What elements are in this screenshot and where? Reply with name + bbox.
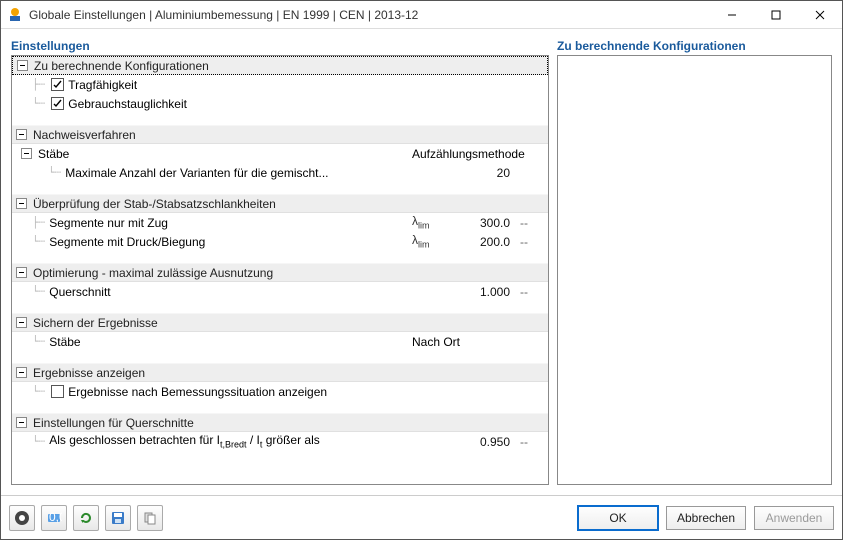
- right-panel: Zu berechnende Konfigurationen: [557, 39, 832, 485]
- row-seg-druck[interactable]: └┄ Segmente mit Druck/Biegung λlim 200.0…: [12, 232, 548, 251]
- maximize-button[interactable]: [754, 1, 798, 29]
- tool-copy-button[interactable]: [137, 505, 163, 531]
- group-label: Nachweisverfahren: [33, 128, 136, 142]
- group-optimierung[interactable]: Optimierung - maximal zulässige Ausnutzu…: [12, 263, 548, 282]
- group-querschnitte[interactable]: Einstellungen für Querschnitte: [12, 413, 548, 432]
- symbol: λlim: [412, 233, 464, 249]
- minus-icon[interactable]: [16, 317, 27, 328]
- item-label: Ergebnisse nach Bemessungssituation anze…: [68, 385, 327, 399]
- group-label: Optimierung - maximal zulässige Ausnutzu…: [33, 266, 273, 280]
- unit: --: [518, 235, 548, 249]
- app-icon: [7, 7, 23, 23]
- tool-reload-button[interactable]: [73, 505, 99, 531]
- row-querschnitt[interactable]: └┄ Querschnitt 1.000 --: [12, 282, 548, 301]
- minus-icon[interactable]: [21, 148, 32, 159]
- main-area: Einstellungen Zu berechnende Konfigurati…: [1, 29, 842, 495]
- row-tragfaehigkeit[interactable]: ├┄ Tragfähigkeit: [12, 75, 548, 94]
- ok-button[interactable]: OK: [578, 506, 658, 530]
- window-title: Globale Einstellungen | Aluminiumbemessu…: [29, 8, 710, 22]
- minus-icon[interactable]: [16, 417, 27, 428]
- group-configurations[interactable]: Zu berechnende Konfigurationen: [12, 56, 548, 75]
- group-sichern[interactable]: Sichern der Ergebnisse: [12, 313, 548, 332]
- item-label: Segmente nur mit Zug: [49, 216, 168, 230]
- item-label: Gebrauchstauglichkeit: [68, 97, 187, 111]
- checkbox-gebrauchstauglichkeit[interactable]: [51, 97, 64, 110]
- item-label: Als geschlossen betrachten für It,Bredt …: [49, 433, 320, 449]
- row-sichern-staebe[interactable]: └┄ Stäbe Nach Ort: [12, 332, 548, 351]
- cancel-button[interactable]: Abbrechen: [666, 506, 746, 530]
- unit: --: [518, 216, 548, 230]
- symbol: λlim: [412, 214, 464, 230]
- value[interactable]: 1.000: [464, 285, 518, 299]
- row-geschlossen[interactable]: └┄ Als geschlossen betrachten für It,Bre…: [12, 432, 548, 451]
- minus-icon[interactable]: [16, 198, 27, 209]
- row-seg-zug[interactable]: ├┄ Segmente nur mit Zug λlim 300.0 --: [12, 213, 548, 232]
- right-panel-label: Zu berechnende Konfigurationen: [557, 39, 832, 53]
- checkbox-ergebnisse-situation[interactable]: [51, 385, 64, 398]
- item-label: Querschnitt: [49, 285, 110, 299]
- group-label: Zu berechnende Konfigurationen: [34, 59, 209, 73]
- minus-icon[interactable]: [17, 60, 28, 71]
- minus-icon[interactable]: [16, 129, 27, 140]
- group-label: Überprüfung der Stab-/Stabsatzschlankhei…: [33, 197, 276, 211]
- group-schlankheiten[interactable]: Überprüfung der Stab-/Stabsatzschlankhei…: [12, 194, 548, 213]
- row-gebrauchstauglichkeit[interactable]: └┄ Gebrauchstauglichkeit: [12, 94, 548, 113]
- item-label: Stäbe: [49, 335, 80, 349]
- value[interactable]: 200.0: [464, 235, 518, 249]
- tool-save-button[interactable]: [105, 505, 131, 531]
- item-label: Tragfähigkeit: [68, 78, 137, 92]
- group-label: Ergebnisse anzeigen: [33, 366, 145, 380]
- group-ergebnisse-anzeigen[interactable]: Ergebnisse anzeigen: [12, 363, 548, 382]
- unit: --: [518, 435, 548, 449]
- value-label: Aufzählungsmethode: [412, 147, 548, 161]
- item-label: Segmente mit Druck/Biegung: [49, 235, 205, 249]
- close-button[interactable]: [798, 1, 842, 29]
- minimize-button[interactable]: [710, 1, 754, 29]
- left-panel: Einstellungen Zu berechnende Konfigurati…: [11, 39, 549, 485]
- tool-help-button[interactable]: [9, 505, 35, 531]
- minus-icon[interactable]: [16, 367, 27, 378]
- minus-icon[interactable]: [16, 267, 27, 278]
- value[interactable]: 0.950: [464, 435, 518, 449]
- titlebar: Globale Einstellungen | Aluminiumbemessu…: [1, 1, 842, 29]
- settings-tree[interactable]: Zu berechnende Konfigurationen ├┄ Tragfä…: [11, 55, 549, 485]
- checkbox-tragfaehigkeit[interactable]: [51, 78, 64, 91]
- left-panel-label: Einstellungen: [11, 39, 549, 53]
- item-label: Stäbe: [38, 147, 69, 161]
- group-label: Sichern der Ergebnisse: [33, 316, 158, 330]
- value[interactable]: 300.0: [464, 216, 518, 230]
- tool-units-button[interactable]: 0,00: [41, 505, 67, 531]
- item-label: Maximale Anzahl der Varianten für die ge…: [65, 166, 328, 180]
- row-staebe[interactable]: Stäbe Aufzählungsmethode: [12, 144, 548, 163]
- unit: --: [518, 285, 548, 299]
- right-content: [557, 55, 832, 485]
- apply-button[interactable]: Anwenden: [754, 506, 834, 530]
- svg-text:0,00: 0,00: [49, 510, 62, 524]
- row-ergebnisse-situation[interactable]: └┄ Ergebnisse nach Bemessungssituation a…: [12, 382, 548, 401]
- value[interactable]: 20: [464, 166, 518, 180]
- group-label: Einstellungen für Querschnitte: [33, 416, 194, 430]
- group-nachweisverfahren[interactable]: Nachweisverfahren: [12, 125, 548, 144]
- value-label[interactable]: Nach Ort: [412, 335, 548, 349]
- footer: 0,00 OK Abbrechen Anwenden: [1, 495, 842, 539]
- row-max-varianten[interactable]: └┄ Maximale Anzahl der Varianten für die…: [12, 163, 548, 182]
